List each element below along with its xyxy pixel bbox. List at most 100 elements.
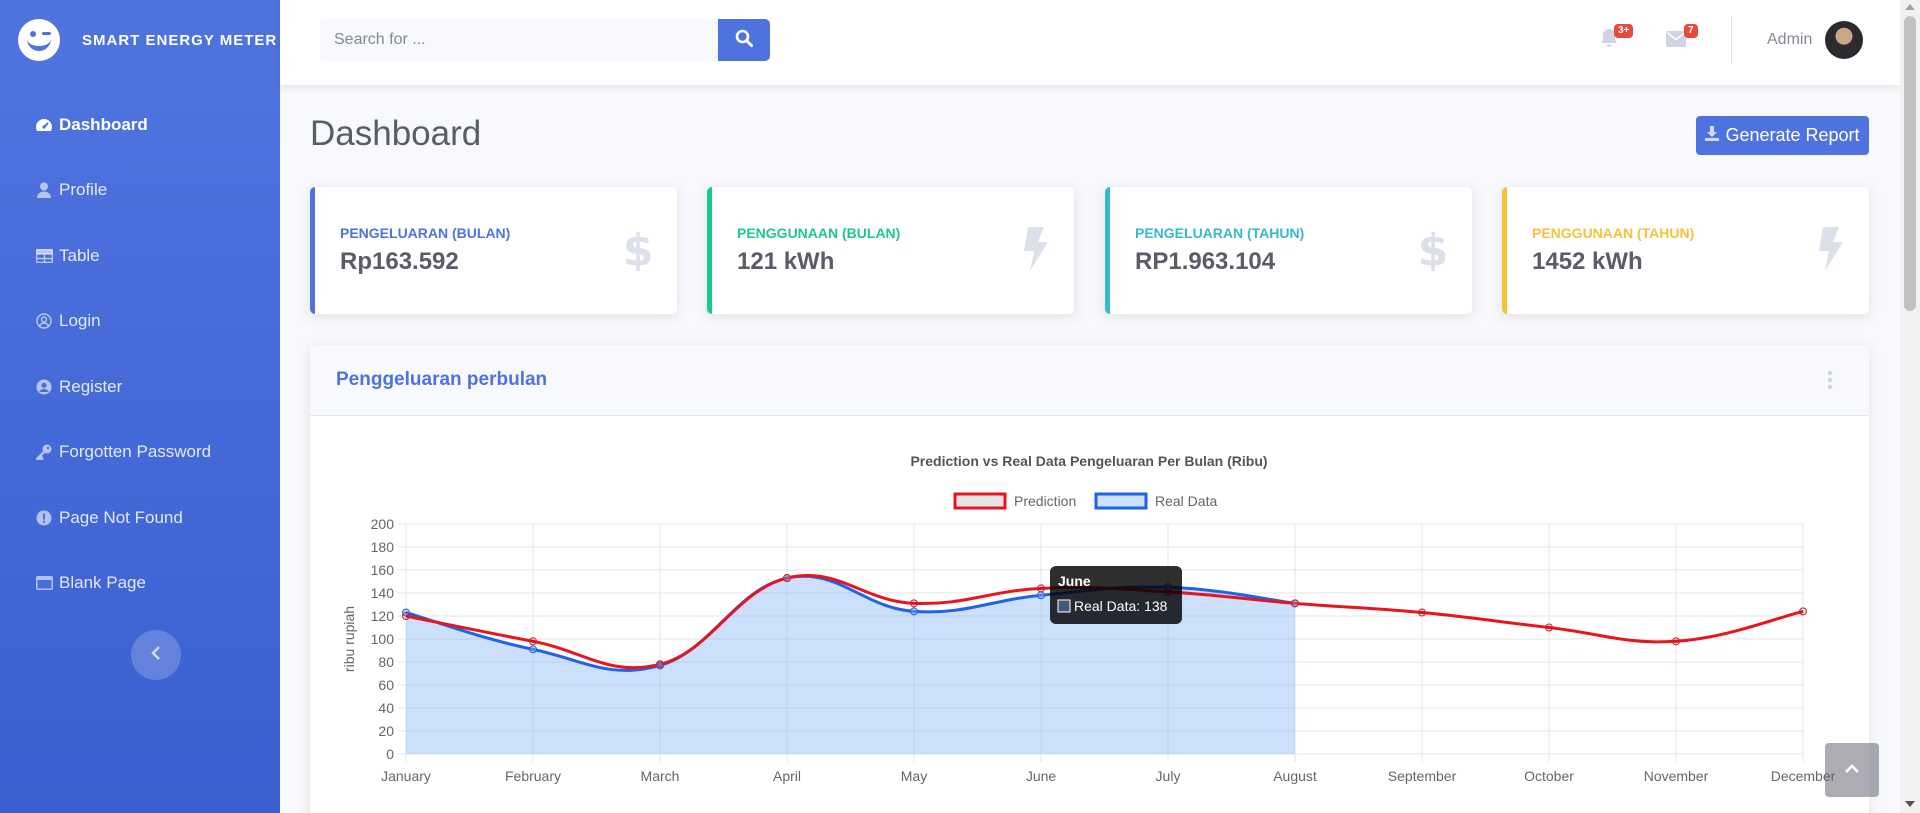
window-icon — [35, 574, 53, 592]
chevron-left-icon — [151, 645, 161, 665]
prediction-point — [402, 612, 410, 620]
legend-swatch — [953, 492, 1007, 510]
sidebar-item-blank-page[interactable]: Blank Page — [0, 551, 280, 617]
chevron-up-icon — [1845, 761, 1859, 779]
dollar-icon: $ — [621, 225, 655, 276]
x-tick-label: November — [1644, 768, 1709, 784]
y-tick-label: 140 — [371, 585, 395, 601]
line-chart: Prediction vs Real Data Pengeluaran Per … — [341, 453, 1836, 784]
card-label: PENGELUARAN (TAHUN) — [1135, 225, 1305, 241]
chart-title: Prediction vs Real Data Pengeluaran Per … — [910, 453, 1267, 469]
sidebar-item-label: Page Not Found — [59, 507, 183, 527]
dollar-icon: $ — [1416, 225, 1450, 276]
sidebar-item-label: Login — [59, 311, 101, 331]
legend-label: Prediction — [1014, 493, 1076, 509]
brand-text: SMART ENERGY METER — [82, 31, 278, 49]
tooltip-title: June — [1058, 573, 1091, 589]
sidebar-item-label: Register — [59, 376, 123, 396]
legend-swatch — [1094, 492, 1148, 510]
legend-label: Real Data — [1155, 493, 1217, 509]
real-data-point — [1037, 591, 1045, 600]
tooltip-swatch — [1057, 599, 1071, 613]
card-value: 121 kWh — [737, 248, 835, 275]
scroll-down-arrow-icon[interactable] — [1905, 801, 1915, 807]
scrollbar-thumb[interactable] — [1904, 16, 1916, 311]
card-label: PENGGUNAAN (TAHUN) — [1532, 225, 1695, 241]
x-tick-label: April — [773, 768, 801, 784]
topbar-divider — [1731, 16, 1732, 64]
user-name[interactable]: Admin — [1767, 31, 1812, 49]
kebab-menu-icon[interactable] — [1827, 370, 1833, 390]
sidebar-toggle-button[interactable] — [131, 630, 181, 680]
download-icon — [1705, 125, 1720, 146]
y-tick-label: 0 — [386, 746, 394, 762]
alerts-button[interactable]: 3+ — [1600, 24, 1634, 52]
scroll-up-arrow-icon[interactable] — [1905, 4, 1915, 10]
prediction-point — [656, 660, 664, 669]
x-tick-label: August — [1273, 768, 1317, 784]
sidebar-item-login[interactable]: Login — [0, 289, 280, 355]
user-circle-icon — [35, 312, 53, 330]
search-icon — [735, 29, 754, 52]
card-label: PENGGUNAAN (BULAN) — [737, 225, 901, 241]
prediction-point — [1545, 623, 1553, 632]
x-tick-label: October — [1524, 768, 1574, 784]
x-tick-label: March — [641, 768, 680, 784]
card-value: Rp163.592 — [340, 248, 459, 275]
messages-button[interactable]: 7 — [1666, 24, 1698, 52]
tachometer-icon — [35, 116, 53, 134]
y-tick-label: 80 — [378, 654, 394, 670]
y-tick-label: 160 — [371, 562, 395, 578]
bolt-icon — [1813, 227, 1847, 271]
sidebar-item-page-not-found[interactable]: Page Not Found — [0, 485, 280, 551]
sidebar-item-label: Table — [59, 245, 100, 265]
sidebar: SMART ENERGY METER Dashboard Profile Tab… — [0, 0, 280, 813]
generate-report-label: Generate Report — [1725, 125, 1860, 145]
search-button[interactable] — [718, 19, 770, 61]
prediction-point — [1037, 584, 1045, 593]
sidebar-item-table[interactable]: Table — [0, 223, 280, 289]
search-bar — [320, 19, 770, 61]
y-tick-label: 40 — [378, 700, 394, 716]
tooltip-label: Real Data: 138 — [1074, 598, 1168, 614]
card-value: RP1.963.104 — [1135, 248, 1276, 275]
sidebar-item-dashboard[interactable]: Dashboard — [0, 92, 280, 158]
sidebar-item-profile[interactable]: Profile — [0, 158, 280, 224]
svg-text:$: $ — [1418, 227, 1449, 271]
bolt-icon — [1018, 227, 1052, 271]
user-icon — [35, 181, 53, 199]
y-tick-label: 200 — [371, 516, 395, 532]
y-tick-label: 180 — [371, 539, 395, 555]
svg-text:$: $ — [623, 227, 654, 271]
y-tick-label: 100 — [371, 631, 395, 647]
prediction-point — [783, 574, 791, 583]
smiley-logo-icon — [18, 19, 60, 61]
prediction-point — [1418, 608, 1426, 617]
sidebar-item-forgotten-password[interactable]: Forgotten Password — [0, 420, 280, 486]
stat-card-yearly-expense: PENGELUARAN (TAHUN) RP1.963.104 $ — [1105, 187, 1472, 314]
card-label: PENGELUARAN (BULAN) — [340, 225, 511, 241]
page-scrollbar[interactable] — [1900, 0, 1920, 813]
envelope-icon — [1666, 31, 1686, 51]
key-icon — [35, 443, 53, 461]
avatar[interactable] — [1825, 21, 1863, 59]
prediction-point — [1799, 607, 1807, 616]
alerts-badge: 3+ — [1614, 24, 1634, 38]
exclamation-circle-icon — [35, 509, 53, 527]
sidebar-item-label: Forgotten Password — [59, 442, 212, 462]
sidebar-item-register[interactable]: Register — [0, 354, 280, 420]
user-circle-solid-icon — [35, 378, 53, 396]
sidebar-item-label: Profile — [59, 180, 108, 200]
prediction-point — [1291, 599, 1299, 608]
y-axis-label: ribu rupiah — [341, 606, 357, 672]
search-input[interactable] — [320, 19, 719, 61]
y-tick-label: 60 — [378, 677, 394, 693]
generate-report-button[interactable]: Generate Report — [1696, 116, 1869, 155]
panel-header: Penggeluaran perbulan — [310, 345, 1869, 416]
brand[interactable]: SMART ENERGY METER — [0, 0, 280, 80]
chart-panel: Penggeluaran perbulan Prediction vs Real… — [310, 345, 1869, 813]
page-title: Dashboard — [310, 114, 482, 153]
scroll-to-top-button[interactable] — [1825, 743, 1879, 797]
x-tick-label: February — [505, 768, 561, 784]
sidebar-item-label: Blank Page — [59, 573, 146, 593]
